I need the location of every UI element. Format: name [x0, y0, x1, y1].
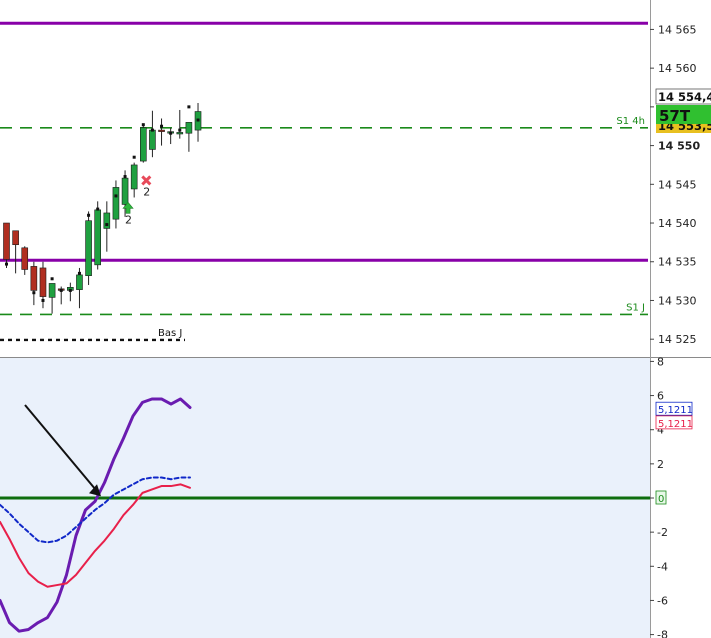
candle-close-dot-12: [114, 194, 118, 198]
candle-close-dot-9: [87, 213, 91, 217]
candle-close-dot-13: [123, 175, 127, 179]
level-label-3: S1 J: [626, 302, 645, 313]
price-axis[interactable]: 14 525 14 530 14 535 14 540 14 545 14 550 14 5…: [650, 23, 700, 346]
candle-close-dot-21: [196, 118, 200, 122]
candle-body-8[interactable]: [76, 274, 83, 290]
candle-body-16[interactable]: [149, 129, 156, 150]
price-tick-label-0: 14 525: [658, 333, 697, 346]
candle-close-dot-11: [105, 223, 109, 227]
price-tick-label-3: 14 540: [658, 217, 697, 230]
candle-body-13[interactable]: [121, 177, 129, 205]
candle-close-dot-5: [50, 277, 54, 281]
price-tick-label-2: 14 535: [658, 256, 697, 269]
candle-close-dot-17: [160, 124, 164, 128]
candle-body-14[interactable]: [130, 164, 138, 190]
candle-body-12[interactable]: [112, 187, 120, 220]
candle-close-dot-19: [178, 128, 182, 132]
osc-tick-label-0: -8: [657, 629, 668, 638]
osc-value-tag-text-1: 5,1211: [658, 419, 693, 430]
candle-body-15[interactable]: [140, 127, 147, 162]
candle-body-20[interactable]: [185, 122, 193, 134]
marker-label-1: 2: [143, 185, 150, 198]
candle-body-2[interactable]: [21, 247, 29, 270]
candle-close-dot-20: [187, 105, 191, 109]
candle-close-dot-0: [5, 262, 8, 266]
osc-tick-label-5: 2: [657, 458, 664, 471]
candle-close-dot-10: [96, 207, 100, 211]
candle-close-dot-6: [59, 288, 63, 292]
level-label-4: Bas J: [158, 328, 182, 339]
osc-value-tag-text-0: 5,1211: [658, 405, 693, 416]
osc-tick-label-3: -2: [657, 526, 668, 539]
price-tags: 14 554,4414 553,5057T: [655, 88, 711, 133]
price-tick-label-7: 14 560: [658, 62, 697, 75]
candle-body-11[interactable]: [103, 212, 111, 229]
oscillator-value-tags: 5,1211 5,1211 0: [655, 401, 693, 505]
candle-body-3[interactable]: [30, 266, 38, 291]
candle-close-dot-16: [150, 128, 154, 132]
candle-close-dot-3: [32, 291, 36, 295]
level-label-1: S1 4h: [616, 116, 645, 127]
price-tick-label-5: 14 550: [658, 140, 700, 153]
candle-close-dot-4: [41, 298, 45, 302]
price-tick-label-1: 14 530: [658, 294, 697, 307]
candle-close-dot-14: [132, 155, 136, 159]
candle-close-dot-15: [141, 123, 145, 127]
price-tick-label-8: 14 565: [658, 23, 697, 36]
candle-body-1[interactable]: [12, 230, 19, 246]
osc-tick-label-2: -4: [657, 560, 668, 573]
candle-close-dot-7: [68, 288, 72, 292]
price-bars[interactable]: [3, 102, 202, 314]
price-tick-label-4: 14 545: [658, 178, 697, 191]
candle-body-0[interactable]: [3, 222, 10, 260]
price-tag-text-0: 14 554,44: [658, 90, 711, 104]
candle-body-17[interactable]: [158, 129, 165, 132]
price-tag-text-1: 57T: [659, 107, 691, 125]
candle-body-10[interactable]: [94, 209, 101, 266]
candle-body-4[interactable]: [39, 267, 47, 297]
osc-tick-label-8: 8: [657, 355, 664, 368]
osc-tick-label-1: -6: [657, 594, 668, 607]
candle-close-dot-8: [77, 271, 81, 275]
candle-close-dot-18: [169, 131, 173, 135]
marker-label-0: 2: [125, 213, 132, 226]
osc-value-tag-text-2: 0: [658, 494, 664, 505]
candle-body-5[interactable]: [48, 283, 56, 298]
trading-chart: S1 4hS1 JBas J 22 14 52514 53014 53514 5…: [0, 0, 711, 638]
x-mark-icon[interactable]: [141, 175, 152, 186]
chart-window: S1 4h S1 J Bas J 22 14 525 14 530 14 535 14 5…: [0, 0, 711, 638]
candle-body-9[interactable]: [85, 220, 92, 276]
osc-tick-label-7: 6: [657, 390, 664, 403]
candle-body-19[interactable]: [176, 132, 184, 135]
price-levels: S1 4h S1 J Bas J: [0, 21, 648, 342]
